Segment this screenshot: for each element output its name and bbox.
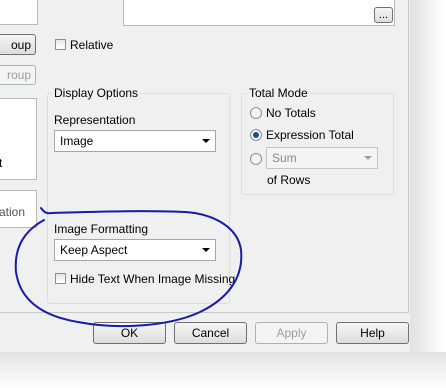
annotation-scribble	[14, 207, 243, 328]
